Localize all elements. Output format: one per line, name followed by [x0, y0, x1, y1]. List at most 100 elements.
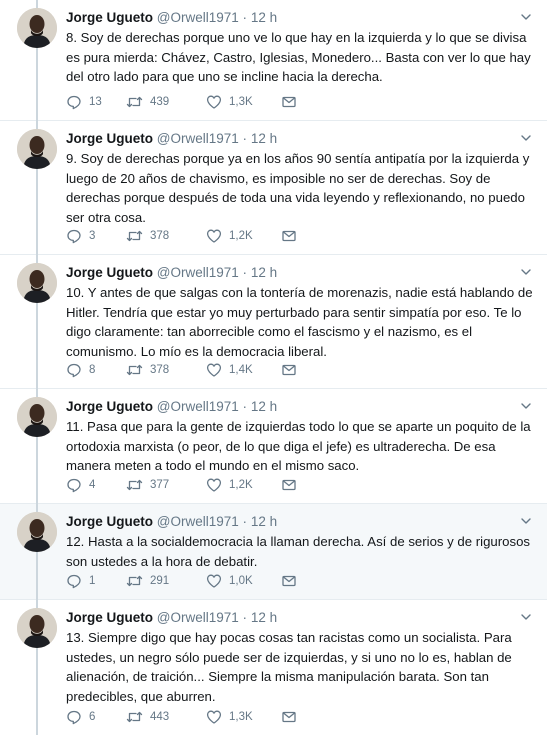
- author-handle[interactable]: @Orwell1971: [157, 131, 239, 146]
- avatar[interactable]: [17, 263, 57, 303]
- retweet-button[interactable]: 443: [126, 709, 206, 725]
- author-handle[interactable]: @Orwell1971: [157, 610, 239, 625]
- author-name[interactable]: Jorge Ugueto: [66, 265, 153, 280]
- tweet[interactable]: Jorge Ugueto @Orwell1971 · 12 h 9. Soy d…: [0, 121, 547, 255]
- author-name[interactable]: Jorge Ugueto: [66, 10, 153, 25]
- author-name[interactable]: Jorge Ugueto: [66, 514, 153, 529]
- retweet-icon: [126, 364, 143, 376]
- tweet-timestamp[interactable]: 12 h: [251, 514, 277, 529]
- reply-button[interactable]: 3: [66, 228, 126, 244]
- direct-message-icon: [282, 364, 296, 376]
- tweet-timestamp[interactable]: 12 h: [251, 399, 277, 414]
- tweet-timestamp[interactable]: 12 h: [251, 131, 277, 146]
- retweet-icon: [126, 96, 143, 108]
- chevron-down-icon[interactable]: [519, 399, 533, 413]
- separator-dot: ·: [242, 514, 248, 529]
- direct-message-icon: [282, 230, 296, 242]
- retweet-button[interactable]: 439: [126, 94, 206, 110]
- tweet[interactable]: Jorge Ugueto @Orwell1971 · 12 h 10. Y an…: [0, 255, 547, 389]
- direct-message-button[interactable]: [281, 94, 297, 110]
- like-button[interactable]: 1,4K: [206, 362, 281, 378]
- reply-icon: [67, 363, 81, 378]
- reply-icon: [67, 478, 81, 493]
- reply-button[interactable]: 8: [66, 362, 126, 378]
- retweet-count: 378: [150, 230, 170, 242]
- retweet-button[interactable]: 291: [126, 573, 206, 589]
- author-name[interactable]: Jorge Ugueto: [66, 131, 153, 146]
- retweet-count: 443: [150, 711, 170, 723]
- retweet-count: 291: [150, 575, 170, 587]
- chevron-down-icon[interactable]: [519, 514, 533, 528]
- tweet-actions: 1 291 1,0K: [66, 573, 297, 589]
- thread-connector: [36, 169, 38, 255]
- retweet-icon: [126, 230, 143, 242]
- chevron-down-icon[interactable]: [519, 610, 533, 624]
- like-button[interactable]: 1,2K: [206, 477, 281, 493]
- reply-button[interactable]: 4: [66, 477, 126, 493]
- retweet-button[interactable]: 378: [126, 362, 206, 378]
- like-count: 1,4K: [229, 364, 253, 376]
- like-icon: [206, 574, 222, 588]
- tweet[interactable]: Jorge Ugueto @Orwell1971 · 12 h 12. Hast…: [0, 504, 547, 600]
- reply-count: 1: [89, 575, 96, 587]
- direct-message-button[interactable]: [281, 709, 297, 725]
- author-name[interactable]: Jorge Ugueto: [66, 610, 153, 625]
- retweet-count: 378: [150, 364, 170, 376]
- like-count: 1,0K: [229, 575, 253, 587]
- direct-message-button[interactable]: [281, 573, 297, 589]
- direct-message-button[interactable]: [281, 362, 297, 378]
- avatar[interactable]: [17, 129, 57, 169]
- avatar[interactable]: [17, 397, 57, 437]
- reply-button[interactable]: 13: [66, 94, 126, 110]
- chevron-down-icon[interactable]: [519, 10, 533, 24]
- direct-message-icon: [282, 711, 296, 723]
- author-handle[interactable]: @Orwell1971: [157, 265, 239, 280]
- reply-icon: [67, 574, 81, 589]
- chevron-down-icon[interactable]: [519, 265, 533, 279]
- like-count: 1,3K: [229, 96, 253, 108]
- avatar[interactable]: [17, 512, 57, 552]
- chevron-down-icon[interactable]: [519, 131, 533, 145]
- author-name[interactable]: Jorge Ugueto: [66, 399, 153, 414]
- author-handle[interactable]: @Orwell1971: [157, 514, 239, 529]
- tweet-actions: 13 439 1,3K: [66, 94, 297, 110]
- tweet-actions: 8 378 1,4K: [66, 362, 297, 378]
- author-handle[interactable]: @Orwell1971: [157, 399, 239, 414]
- reply-button[interactable]: 1: [66, 573, 126, 589]
- like-button[interactable]: 1,3K: [206, 94, 281, 110]
- separator-dot: ·: [242, 399, 248, 414]
- tweet[interactable]: Jorge Ugueto @Orwell1971 · 12 h 8. Soy d…: [0, 0, 547, 121]
- retweet-icon: [126, 711, 143, 723]
- thread-connector: [36, 600, 38, 608]
- like-button[interactable]: 1,0K: [206, 573, 281, 589]
- tweet-timestamp[interactable]: 12 h: [251, 610, 277, 625]
- retweet-button[interactable]: 378: [126, 228, 206, 244]
- thread-connector: [36, 552, 38, 600]
- reply-count: 3: [89, 230, 96, 242]
- tweet-timestamp[interactable]: 12 h: [251, 265, 277, 280]
- author-handle[interactable]: @Orwell1971: [157, 10, 239, 25]
- retweet-button[interactable]: 377: [126, 477, 206, 493]
- like-count: 1,2K: [229, 230, 253, 242]
- avatar[interactable]: [17, 8, 57, 48]
- thread-connector: [36, 0, 38, 8]
- like-button[interactable]: 1,3K: [206, 709, 281, 725]
- tweet-timestamp[interactable]: 12 h: [251, 10, 277, 25]
- tweet-text: 13. Siempre digo que hay pocas cosas tan…: [66, 630, 512, 704]
- reply-count: 8: [89, 364, 96, 376]
- tweet-text: 12. Hasta a la socialdemocracia la llama…: [66, 534, 530, 569]
- like-icon: [206, 363, 222, 377]
- tweet-actions: 4 377 1,2K: [66, 477, 297, 493]
- avatar[interactable]: [17, 608, 57, 648]
- reply-button[interactable]: 6: [66, 709, 126, 725]
- like-button[interactable]: 1,2K: [206, 228, 281, 244]
- reply-count: 13: [89, 96, 102, 108]
- tweet-text: 8. Soy de derechas porque uno ve lo que …: [66, 30, 531, 84]
- tweet[interactable]: Jorge Ugueto @Orwell1971 · 12 h 13. Siem…: [0, 600, 547, 735]
- thread-connector: [36, 303, 38, 389]
- direct-message-button[interactable]: [281, 228, 297, 244]
- reply-count: 6: [89, 711, 96, 723]
- direct-message-button[interactable]: [281, 477, 297, 493]
- tweet-thread: Jorge Ugueto @Orwell1971 · 12 h 8. Soy d…: [0, 0, 547, 735]
- tweet[interactable]: Jorge Ugueto @Orwell1971 · 12 h 11. Pasa…: [0, 389, 547, 504]
